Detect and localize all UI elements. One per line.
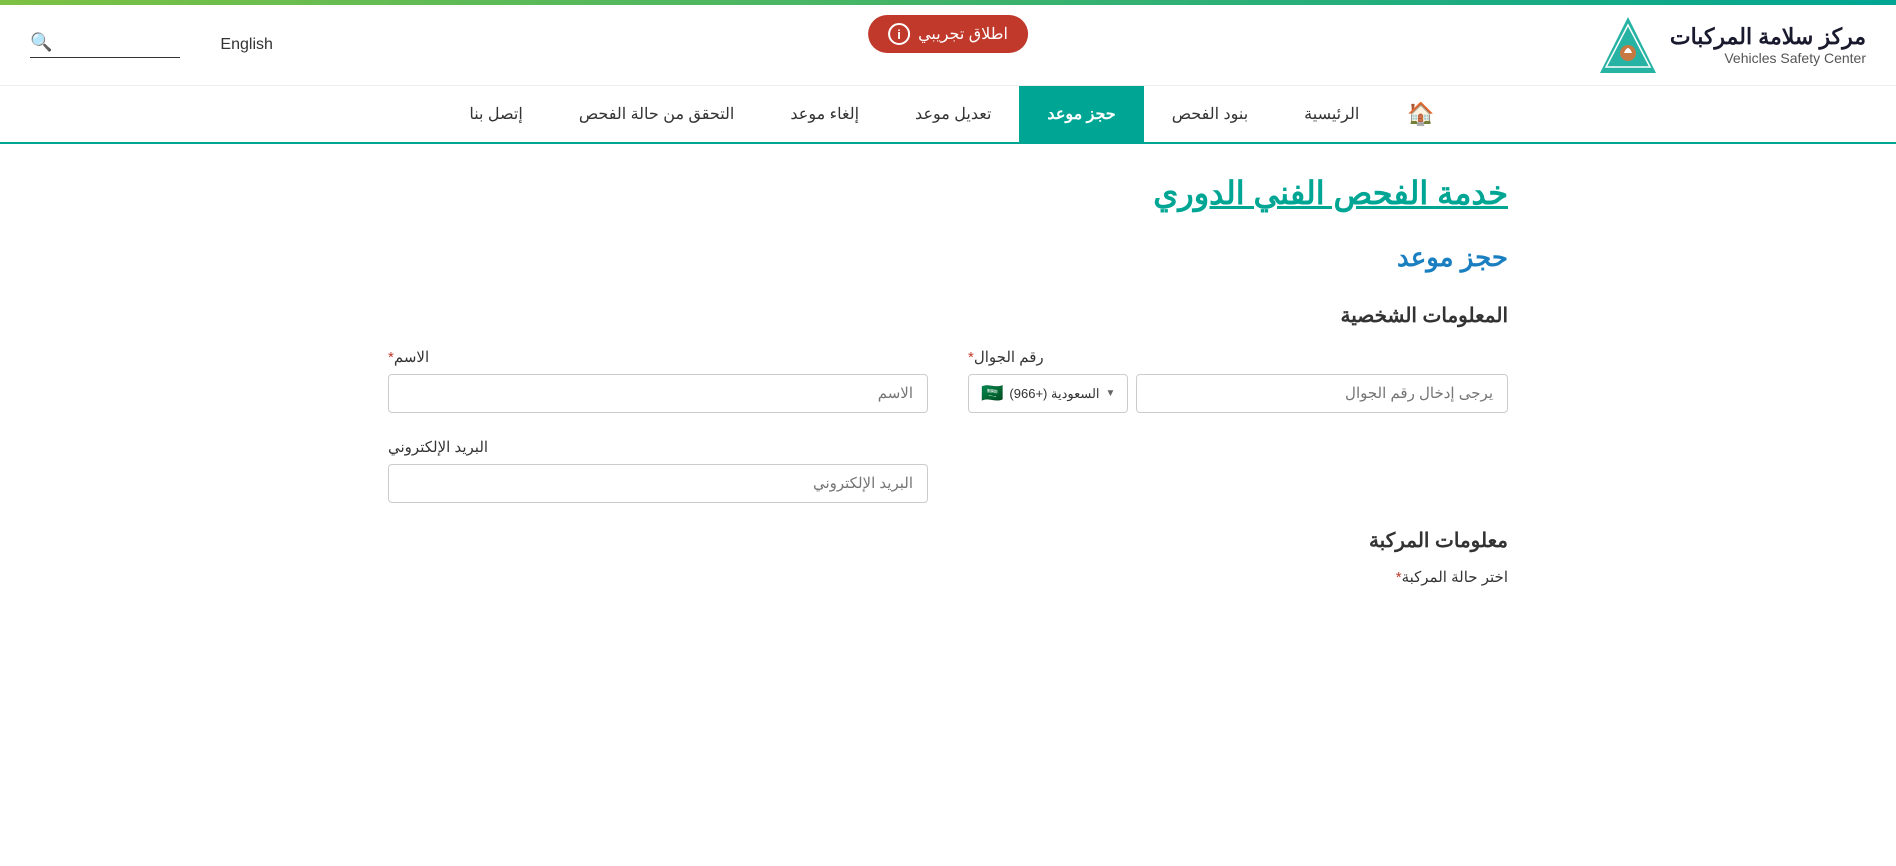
beta-button-label: اطلاق تجريبي xyxy=(918,24,1008,44)
navigation-bar: 🏠 الرئيسية بنود الفحص حجز موعد تعديل موع… xyxy=(0,86,1896,144)
sidebar-item-contact-us[interactable]: إتصل بنا xyxy=(441,86,551,142)
nav-items: 🏠 الرئيسية بنود الفحص حجز موعد تعديل موع… xyxy=(20,86,1876,142)
vehicle-status-label: اختر حالة المركبة* xyxy=(388,568,1508,586)
section-title: حجز موعد xyxy=(388,242,1508,273)
sidebar-item-modify-appointment[interactable]: تعديل موعد xyxy=(887,86,1019,142)
logo-area: مركز سلامة المركبات Vehicles Safety Cent… xyxy=(1598,15,1866,75)
email-label: البريد الإلكتروني xyxy=(388,438,488,456)
email-field-group: البريد الإلكتروني xyxy=(388,438,928,503)
logo-text: مركز سلامة المركبات Vehicles Safety Cent… xyxy=(1670,24,1866,66)
search-icon[interactable]: 🔍 xyxy=(30,32,52,53)
personal-info-title: المعلومات الشخصية xyxy=(388,303,1508,328)
page-title: خدمة الفحص الفني الدوري xyxy=(388,174,1508,212)
search-input[interactable] xyxy=(60,34,180,51)
logo-arabic: مركز سلامة المركبات xyxy=(1670,24,1866,50)
name-label: الاسم* xyxy=(388,348,429,366)
nav-home-icon[interactable]: 🏠 xyxy=(1387,89,1454,139)
main-content: خدمة الفحص الفني الدوري حجز موعد المعلوم… xyxy=(348,144,1548,626)
vehicle-info-section: معلومات المركبة اختر حالة المركبة* xyxy=(388,528,1508,586)
vehicle-info-title: معلومات المركبة xyxy=(388,528,1508,553)
phone-field-group: رقم الجوال* ▼ السعودية (+966) 🇸🇦 xyxy=(968,348,1508,413)
logo-english: Vehicles Safety Center xyxy=(1670,50,1866,66)
name-phone-row: رقم الجوال* ▼ السعودية (+966) 🇸🇦 الاسم* xyxy=(388,348,1508,413)
email-row: البريد الإلكتروني xyxy=(388,438,1508,503)
country-code-label: السعودية (+966) xyxy=(1009,386,1099,402)
chevron-down-icon: ▼ xyxy=(1106,388,1116,399)
phone-fields: ▼ السعودية (+966) 🇸🇦 xyxy=(968,374,1508,413)
beta-button-container: اطلاق تجريبي i xyxy=(868,15,1028,53)
saudi-flag-icon: 🇸🇦 xyxy=(981,383,1003,404)
sidebar-item-cancel-appointment[interactable]: إلغاء موعد xyxy=(762,86,887,142)
sidebar-item-check-status[interactable]: التحقق من حالة الفحص xyxy=(551,86,763,142)
sidebar-item-inspection-standards[interactable]: بنود الفحص xyxy=(1144,86,1276,142)
sidebar-item-home-page[interactable]: الرئيسية xyxy=(1276,86,1387,142)
header: مركز سلامة المركبات Vehicles Safety Cent… xyxy=(0,5,1896,86)
logo-icon xyxy=(1598,15,1658,75)
info-icon: i xyxy=(888,23,910,45)
country-code-selector[interactable]: ▼ السعودية (+966) 🇸🇦 xyxy=(968,374,1128,413)
language-toggle[interactable]: English xyxy=(220,36,272,54)
phone-label: رقم الجوال* xyxy=(968,348,1044,366)
header-left: 🔍 English xyxy=(30,32,273,58)
name-input[interactable] xyxy=(388,374,928,413)
search-area: 🔍 xyxy=(30,32,180,58)
phone-input[interactable] xyxy=(1136,374,1508,413)
sidebar-item-book-appointment[interactable]: حجز موعد xyxy=(1019,86,1143,142)
name-field-group: الاسم* xyxy=(388,348,928,413)
beta-launch-button[interactable]: اطلاق تجريبي i xyxy=(868,15,1028,53)
email-input[interactable] xyxy=(388,464,928,503)
